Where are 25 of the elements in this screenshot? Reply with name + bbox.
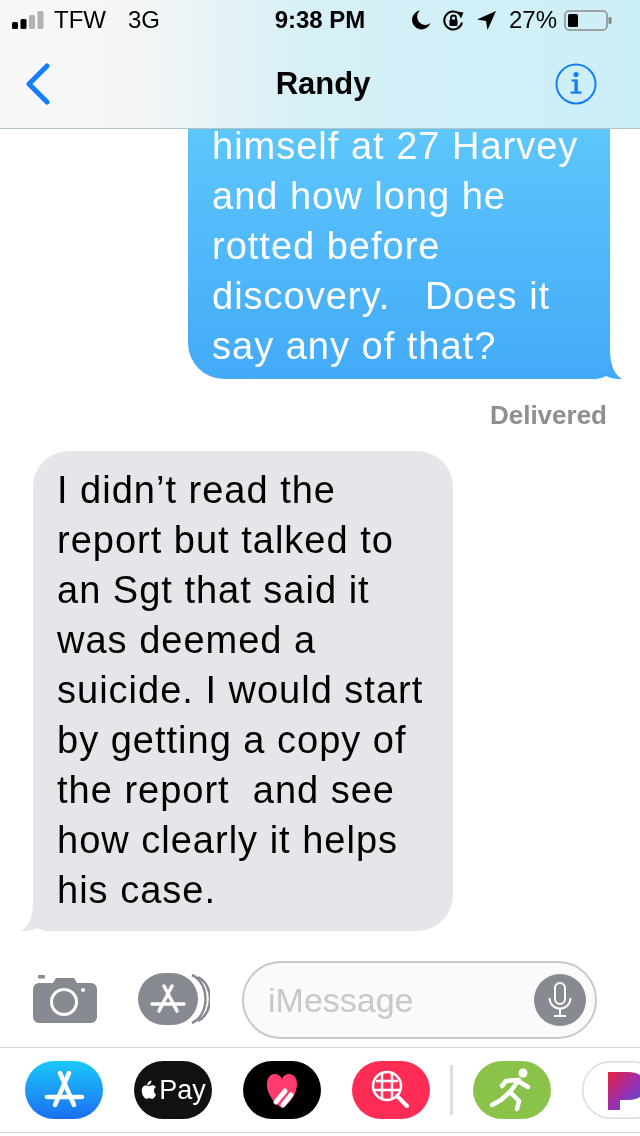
battery-icon (564, 9, 612, 31)
delivery-status: Delivered (489, 399, 607, 431)
info-icon[interactable] (555, 63, 597, 105)
app-store-icon[interactable] (138, 973, 210, 1025)
message-text: himself at 27 Harvey and how long he rotted before discovery. Does it say any of that? (212, 129, 580, 369)
runner-app-icon[interactable] (473, 1061, 551, 1119)
microphone-icon[interactable] (534, 974, 586, 1026)
web-search-app-icon[interactable] (352, 1061, 430, 1119)
carrier-name: TFW (54, 6, 106, 34)
network-type: 3G (128, 6, 160, 34)
camera-icon[interactable] (33, 975, 97, 1023)
battery-percentage: 27% (508, 6, 557, 34)
signal-icon (12, 11, 44, 29)
contact-name[interactable]: Randy (275, 66, 371, 102)
app-store-app-icon[interactable] (25, 1061, 103, 1119)
pay-app-button[interactable]: Pay (134, 1061, 212, 1119)
back-icon[interactable] (25, 63, 51, 105)
status-time: 9:38 PM (274, 6, 366, 34)
heart-app-icon[interactable] (243, 1061, 321, 1119)
apple-logo-icon (140, 1080, 158, 1100)
rotation-lock-icon (441, 8, 465, 32)
location-arrow-icon (476, 10, 496, 30)
letter-p-app-icon[interactable] (582, 1061, 640, 1119)
moon-icon (411, 10, 431, 30)
message-text: I didn’t read the report but talked to an Sgt that said it was deemed a suicide. I would start by getting a copy of the report and see how clearly it helps his case. (57, 468, 425, 913)
